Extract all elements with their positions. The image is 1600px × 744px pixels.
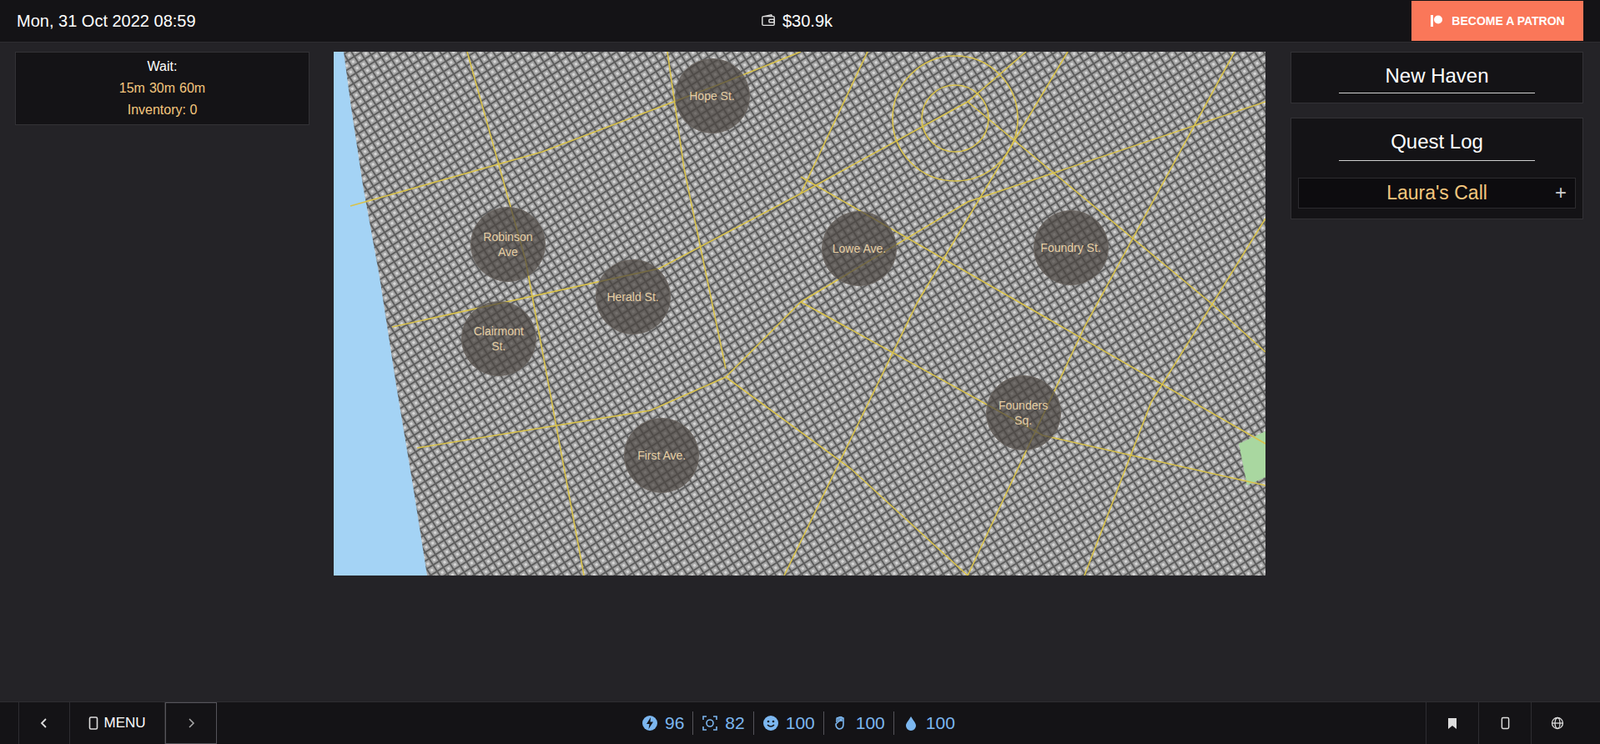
expand-button[interactable]: +: [1554, 182, 1567, 203]
stat-item: 82: [692, 711, 753, 735]
wait-option[interactable]: 15m: [119, 77, 146, 100]
stat-value: 82: [724, 709, 745, 737]
phone-button[interactable]: [1478, 702, 1531, 744]
stat-value: 100: [785, 709, 816, 737]
location-pin[interactable]: Herald St.: [595, 259, 671, 335]
bookmark-button[interactable]: [1425, 702, 1479, 744]
inventory-count: Inventory: 0: [127, 99, 198, 121]
wait-panel: Wait:15m30m60mInventory: 0: [15, 51, 310, 126]
city-underline: [1338, 92, 1535, 94]
wait-option[interactable]: 60m: [179, 77, 206, 100]
quest-log-underline: [1338, 160, 1535, 162]
wait-options: 15m30m60m: [119, 77, 206, 100]
stat-item: 96: [633, 711, 693, 735]
nav-buttons: MENU: [18, 702, 217, 744]
location-label: First Ave.: [637, 447, 686, 463]
stat-value: 100: [925, 709, 956, 737]
phone-icon: [88, 716, 99, 730]
location-label: Lowe Ave.: [832, 241, 886, 257]
location-pin[interactable]: Hope St.: [674, 58, 750, 134]
stat-item: 100: [823, 711, 894, 735]
mood-icon: [762, 714, 780, 732]
date-time: Mon, 31 Oct 2022 08:59: [0, 8, 197, 34]
phone-icon: [1500, 716, 1510, 730]
location-pin[interactable]: First Ave.: [623, 417, 700, 494]
location-label: Clairmont St.: [465, 323, 533, 354]
patron-label: BECOME A PATRON: [1451, 12, 1565, 31]
wait-option[interactable]: 30m: [149, 77, 176, 100]
thirst-icon: [902, 714, 920, 732]
menu-label: MENU: [103, 712, 146, 735]
quest-row[interactable]: Laura's Call+: [1298, 177, 1576, 209]
quest-name: Laura's Call: [1298, 178, 1575, 208]
location-label: Robinson Ave: [474, 229, 542, 260]
bottom-bar: MENU 96 82 100 100 100: [0, 701, 1600, 744]
patreon-icon: [1429, 14, 1444, 28]
city-name: New Haven: [1384, 62, 1489, 90]
forward-button[interactable]: [165, 702, 217, 744]
location-pin[interactable]: Robinson Ave: [470, 206, 546, 282]
location-pin[interactable]: Clairmont St.: [461, 301, 537, 377]
globe-icon: [1550, 716, 1565, 730]
wait-title: Wait:: [147, 55, 178, 78]
location-label: Herald St.: [606, 289, 659, 305]
wallet-icon: [760, 13, 776, 29]
energy-icon: [641, 714, 659, 732]
city-panel: New Haven: [1290, 51, 1584, 104]
sidebar: New Haven Quest Log Laura's Call+: [1290, 51, 1584, 220]
chevron-left-icon: [38, 717, 51, 730]
back-button[interactable]: [18, 702, 71, 744]
location-label: Founders Sq.: [990, 397, 1057, 428]
money-amount: $30.9k: [782, 8, 833, 34]
stat-value: 100: [855, 709, 886, 737]
chevron-right-icon: [185, 717, 197, 730]
money-display: $30.9k: [760, 0, 833, 42]
location-pin[interactable]: Founders Sq.: [986, 375, 1062, 451]
language-button[interactable]: [1530, 702, 1584, 744]
focus-icon: [701, 714, 719, 732]
location-label: Foundry St.: [1040, 240, 1101, 256]
bookmark-icon: [1447, 717, 1458, 730]
top-bar: Mon, 31 Oct 2022 08:59 $30.9k BECOME A PAT…: [0, 0, 1600, 43]
city-map: Hope St. Robinson Ave Herald St. Clairmont …: [333, 51, 1266, 576]
stat-item: 100: [893, 711, 964, 735]
stats-bar: 96 82 100 100 100: [633, 702, 964, 744]
quest-log: Quest Log Laura's Call+: [1290, 117, 1584, 220]
stat-value: 96: [664, 709, 685, 737]
menu-button[interactable]: MENU: [70, 702, 166, 744]
patron-button[interactable]: BECOME A PATRON: [1411, 0, 1584, 41]
stat-item: 100: [753, 711, 824, 735]
hunger-icon: [832, 714, 850, 732]
main-area: Wait:15m30m60mInventory: 0 Hope St. Robins…: [0, 42, 1600, 702]
location-label: Hope St.: [689, 88, 735, 104]
location-pin[interactable]: Foundry St.: [1033, 210, 1109, 286]
location-pin[interactable]: Lowe Ave.: [821, 211, 897, 287]
tool-buttons: [1425, 702, 1584, 744]
quest-log-title: Quest Log: [1390, 128, 1484, 156]
